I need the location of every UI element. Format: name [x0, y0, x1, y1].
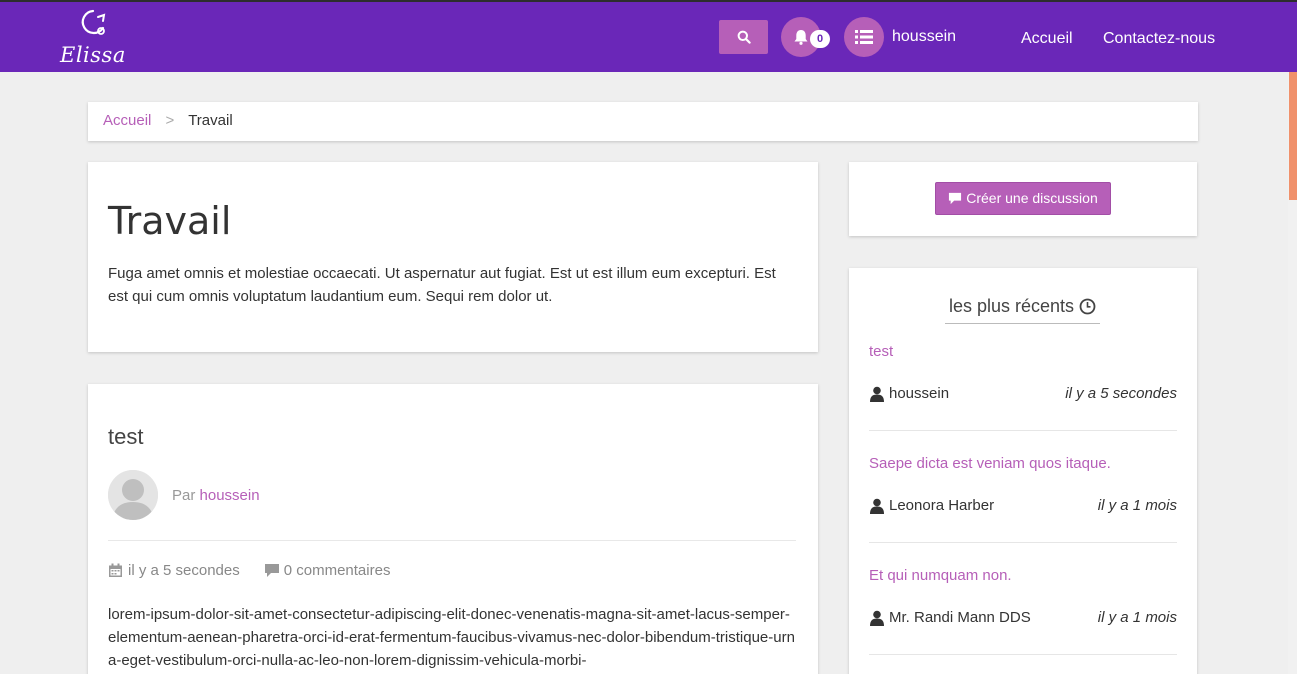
clock-icon — [1079, 298, 1096, 315]
bell-icon — [794, 30, 808, 45]
recent-item-title[interactable]: test — [869, 343, 893, 360]
recent-item: test houssein il y a 5 secondes — [869, 343, 1177, 455]
recent-item-author: Leonora Harber — [869, 497, 994, 514]
post-author-row: Par houssein — [108, 470, 260, 520]
breadcrumb-current: Travail — [188, 112, 233, 129]
recent-item-meta: houssein il y a 5 secondes — [869, 385, 1177, 402]
user-icon — [870, 386, 884, 402]
post-body: lorem-ipsum-dolor-sit-amet-consectetur-a… — [108, 606, 795, 669]
brand-name: Elissa — [60, 43, 126, 67]
breadcrumb: Accueil > Travail — [88, 102, 1198, 141]
byline-label: Par — [172, 486, 196, 504]
brand-logo[interactable]: Elissa — [60, 8, 130, 68]
recent-item-meta: Leonora Harber il y a 1 mois — [869, 497, 1177, 514]
recent-item-time: il y a 1 mois — [1097, 609, 1177, 626]
recent-item-divider — [869, 430, 1177, 431]
breadcrumb-separator: > — [165, 112, 175, 129]
recent-item-divider — [869, 542, 1177, 543]
recent-title-text: les plus récents — [948, 296, 1075, 316]
recent-item-time: il y a 1 mois — [1097, 497, 1177, 514]
logo-mark-icon — [81, 9, 106, 35]
post-time-text: il y a 5 secondes — [128, 562, 240, 579]
recent-item-meta: Mr. Randi Mann DDS il y a 1 mois — [869, 609, 1177, 626]
search-button[interactable] — [719, 20, 768, 54]
recent-item-author-name: Leonora Harber — [889, 497, 995, 514]
recent-item-title[interactable]: Saepe dicta est veniam quos itaque. — [869, 455, 1111, 472]
scrollbar-thumb[interactable] — [1289, 72, 1297, 200]
post-title[interactable]: test — [108, 424, 798, 450]
create-discussion-card: Créer une discussion — [849, 162, 1197, 236]
comment-icon — [949, 192, 962, 205]
list-icon — [855, 30, 873, 44]
breadcrumb-home-link[interactable]: Accueil — [103, 112, 151, 129]
post-meta: il y a 5 secondes 0 commentaires — [108, 562, 414, 579]
navbar: Elissa 0 houssein Accueil Contactez-nous — [0, 2, 1297, 72]
post-divider — [108, 540, 796, 541]
page-title: Travail — [108, 199, 232, 243]
recent-item-author: houssein — [869, 385, 949, 402]
user-icon — [870, 498, 884, 514]
recent-section-title: les plus récents — [945, 296, 1100, 324]
create-discussion-label: Créer une discussion — [966, 190, 1098, 206]
category-description: Fuga amet omnis et molestiae occaecati. … — [108, 265, 776, 305]
post-card: test Par houssein il y a 5 secondes 0 co… — [88, 384, 818, 674]
create-discussion-button[interactable]: Créer une discussion — [935, 182, 1111, 215]
recent-item-time: il y a 5 secondes — [1065, 385, 1177, 402]
nav-contactez-nous[interactable]: Contactez-nous — [1103, 30, 1215, 48]
post-comments-text: 0 commentaires — [283, 562, 391, 579]
user-icon — [870, 610, 884, 626]
recent-item: Saepe dicta est veniam quos itaque. Leon… — [869, 455, 1177, 567]
post-comments[interactable]: 0 commentaires — [264, 562, 391, 579]
post-author-link[interactable]: houssein — [200, 487, 260, 504]
nav-accueil[interactable]: Accueil — [1021, 30, 1073, 48]
category-header-card: Travail Fuga amet omnis et molestiae occ… — [88, 162, 818, 352]
recent-item-author-name: Mr. Randi Mann DDS — [889, 609, 1031, 626]
post-time: il y a 5 secondes — [108, 562, 240, 579]
recent-item-title[interactable]: Et qui numquam non. — [869, 567, 1012, 584]
search-icon — [737, 30, 751, 44]
avatar — [108, 470, 158, 520]
avatar-placeholder-icon — [108, 470, 158, 520]
recent-discussions-card: les plus récents test houssein il y a 5 … — [849, 268, 1197, 674]
user-menu-button[interactable] — [844, 17, 884, 57]
recent-item: Et qui numquam non. Mr. Randi Mann DDS i… — [869, 567, 1177, 674]
calendar-icon — [109, 563, 122, 577]
comment-icon — [264, 564, 279, 577]
username-label[interactable]: houssein — [892, 28, 956, 46]
recent-item-author-name: houssein — [889, 385, 950, 402]
recent-item-divider — [869, 654, 1177, 655]
notification-count-badge: 0 — [810, 30, 830, 48]
post-byline: Par houssein — [172, 487, 260, 504]
recent-item-author: Mr. Randi Mann DDS — [869, 609, 1031, 626]
